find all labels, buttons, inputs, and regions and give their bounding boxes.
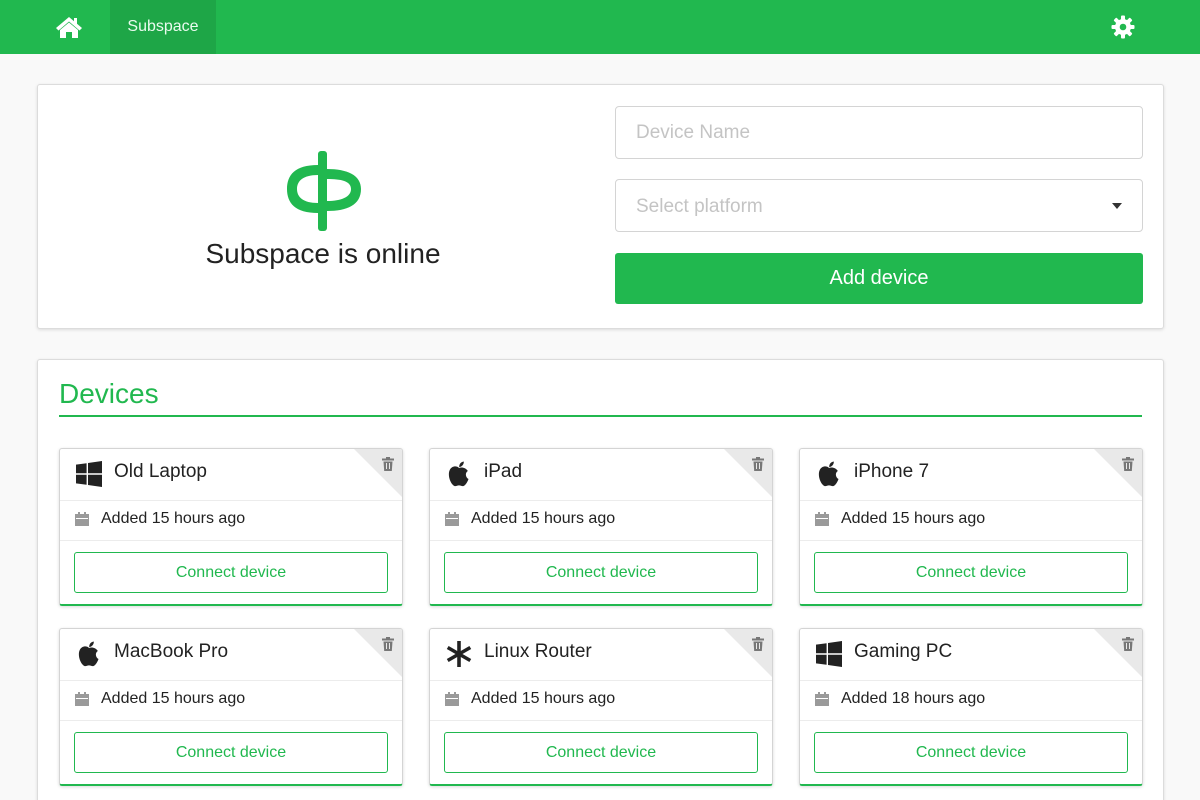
- device-name-input[interactable]: [616, 107, 1142, 158]
- gear-icon: [1111, 15, 1135, 39]
- device-name: Old Laptop: [114, 461, 207, 482]
- windows-icon: [816, 641, 842, 667]
- divider: [800, 720, 1142, 721]
- windows-icon: [76, 461, 102, 487]
- devices-card: Devices Old Laptop Added 15 hours ago Co…: [37, 359, 1164, 800]
- asterisk-icon: [446, 641, 472, 667]
- device-name: iPhone 7: [854, 461, 930, 482]
- connect-device-button[interactable]: Connect device: [814, 732, 1128, 773]
- devices-heading: Devices: [59, 378, 159, 409]
- device-added-time: Added 15 hours ago: [471, 690, 616, 707]
- subspace-logo: [285, 147, 365, 237]
- trash-icon[interactable]: [382, 457, 394, 471]
- apple-icon: [816, 461, 842, 487]
- divider: [430, 680, 772, 681]
- trash-icon[interactable]: [1122, 637, 1134, 651]
- device-added-time: Added 15 hours ago: [101, 510, 246, 527]
- device-card: MacBook Pro Added 15 hours ago Connect d…: [59, 628, 403, 786]
- device-card: Linux Router Added 15 hours ago Connect …: [429, 628, 773, 786]
- device-card: iPhone 7 Added 15 hours ago Connect devi…: [799, 448, 1143, 606]
- calendar-icon: [75, 692, 89, 706]
- add-device-button[interactable]: Add device: [615, 253, 1143, 304]
- divider: [60, 680, 402, 681]
- device-card-corner: [1094, 449, 1142, 497]
- calendar-icon: [815, 512, 829, 526]
- apple-icon: [76, 641, 102, 667]
- divider: [800, 680, 1142, 681]
- device-added-time: Added 15 hours ago: [101, 690, 246, 707]
- platform-select-placeholder: Select platform: [636, 196, 763, 217]
- device-card-corner: [724, 629, 772, 677]
- divider: [800, 540, 1142, 541]
- calendar-icon: [815, 692, 829, 706]
- status-text: Subspace is online: [205, 238, 441, 269]
- top-navbar: Subspace: [0, 0, 1200, 54]
- trash-icon[interactable]: [382, 637, 394, 651]
- devices-heading-divider: [59, 415, 1142, 417]
- platform-select[interactable]: Select platform: [615, 179, 1143, 232]
- calendar-icon: [445, 512, 459, 526]
- device-name-field[interactable]: [615, 106, 1143, 159]
- device-name: MacBook Pro: [114, 641, 229, 662]
- device-card: iPad Added 15 hours ago Connect device: [429, 448, 773, 606]
- settings-button[interactable]: [1108, 12, 1138, 42]
- device-name: Linux Router: [484, 641, 592, 662]
- calendar-icon: [445, 692, 459, 706]
- home-icon: [56, 17, 82, 38]
- home-button[interactable]: [52, 12, 86, 42]
- trash-icon[interactable]: [752, 457, 764, 471]
- status-card: Subspace is online Select platform Add d…: [37, 84, 1164, 329]
- connect-device-button[interactable]: Connect device: [74, 732, 388, 773]
- divider: [430, 540, 772, 541]
- nav-brand-link[interactable]: Subspace: [110, 0, 216, 54]
- calendar-icon: [75, 512, 89, 526]
- caret-down-icon: [1112, 203, 1122, 209]
- trash-icon[interactable]: [752, 637, 764, 651]
- device-card-corner: [724, 449, 772, 497]
- device-card-corner: [354, 449, 402, 497]
- device-card-corner: [354, 629, 402, 677]
- connect-device-button[interactable]: Connect device: [444, 552, 758, 593]
- divider: [430, 720, 772, 721]
- divider: [60, 720, 402, 721]
- device-added-time: Added 15 hours ago: [471, 510, 616, 527]
- device-card: Gaming PC Added 18 hours ago Connect dev…: [799, 628, 1143, 786]
- device-added-time: Added 15 hours ago: [841, 510, 986, 527]
- device-name: Gaming PC: [854, 641, 953, 662]
- connect-device-button[interactable]: Connect device: [74, 552, 388, 593]
- divider: [60, 540, 402, 541]
- connect-device-button[interactable]: Connect device: [814, 552, 1128, 593]
- divider: [60, 500, 402, 501]
- apple-icon: [446, 461, 472, 487]
- device-added-time: Added 18 hours ago: [841, 690, 986, 707]
- device-card: Old Laptop Added 15 hours ago Connect de…: [59, 448, 403, 606]
- divider: [430, 500, 772, 501]
- device-card-corner: [1094, 629, 1142, 677]
- divider: [800, 500, 1142, 501]
- device-name: iPad: [484, 461, 523, 482]
- trash-icon[interactable]: [1122, 457, 1134, 471]
- connect-device-button[interactable]: Connect device: [444, 732, 758, 773]
